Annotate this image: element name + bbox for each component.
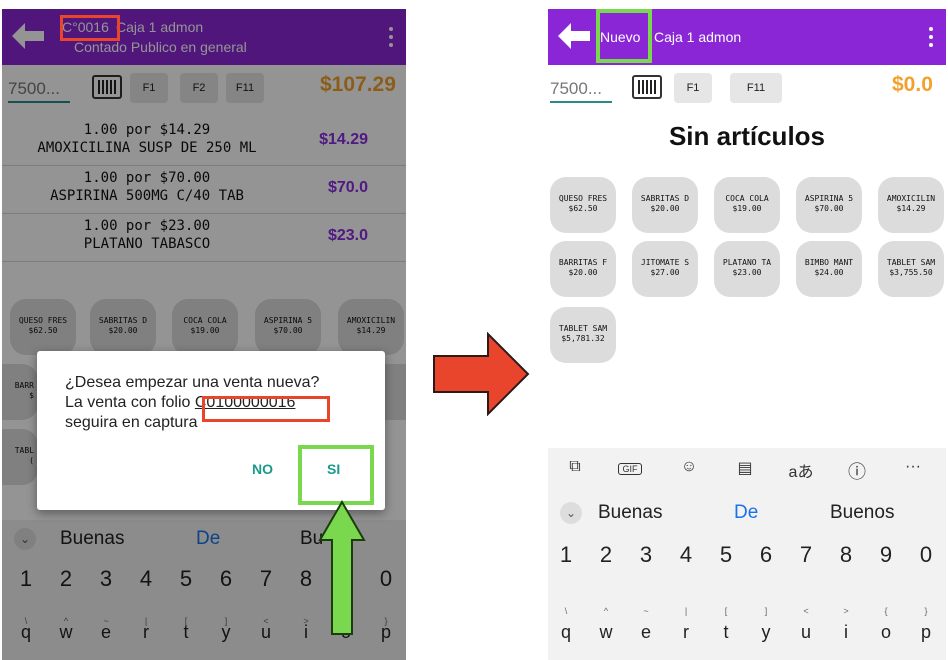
product-tile[interactable]: QUESO FRES $62.50	[550, 177, 616, 233]
number-row: 1 2 3 4 5 6 7 8 9 0	[548, 536, 946, 586]
info-icon[interactable]: ⓘ	[844, 458, 870, 484]
key-w[interactable]: w	[588, 622, 624, 643]
dialog-folio-prefix: La venta con folio	[65, 394, 195, 411]
no-button[interactable]: NO	[252, 461, 273, 477]
key-9[interactable]: 9	[868, 542, 904, 568]
sticker-icon[interactable]: ☺	[676, 458, 702, 476]
register-title: Caja 1 admon	[654, 29, 742, 45]
key-6[interactable]: 6	[748, 542, 784, 568]
key-8[interactable]: 8	[828, 542, 864, 568]
product-tile[interactable]: SABRITAS D $20.00	[632, 177, 698, 233]
keyboard-toolbar: ⧉ GIF ☺ ▤ aあ ⓘ ···	[548, 448, 946, 492]
gif-icon[interactable]: GIF	[618, 463, 642, 475]
empty-cart-message: Sin artículos	[668, 121, 826, 151]
back-arrow-icon[interactable]	[558, 23, 590, 49]
key-2[interactable]: 2	[588, 542, 624, 568]
key-7[interactable]: 7	[788, 542, 824, 568]
sale-total: $0.0	[892, 73, 933, 96]
key-e[interactable]: e	[628, 622, 664, 643]
f1-button[interactable]: F1	[674, 73, 712, 103]
key-3[interactable]: 3	[628, 542, 664, 568]
product-code-input[interactable]	[550, 77, 612, 103]
key-i[interactable]: i	[828, 622, 864, 643]
key-q[interactable]: q	[548, 622, 584, 643]
up-arrow-icon	[318, 500, 366, 635]
suggestion[interactable]: Buenas	[598, 502, 662, 524]
product-tile[interactable]: TABLET SAM $3,755.50	[878, 241, 944, 297]
chevron-down-icon[interactable]: ⌄	[560, 502, 582, 524]
product-tile[interactable]: JITOMATE S $27.00	[632, 241, 698, 297]
product-tile[interactable]: ASPIRINA 5 $70.00	[796, 177, 862, 233]
keyboard: ⧉ GIF ☺ ▤ aあ ⓘ ··· ⌄ Buenas De Buenos 1 …	[548, 448, 946, 660]
status-highlight	[596, 9, 652, 63]
product-tile[interactable]: TABLET SAM $5,781.32	[550, 307, 616, 363]
letter-row: \q ^w ~e |r [t ]y <u >i {o }p	[548, 596, 946, 656]
translate-icon[interactable]: aあ	[788, 458, 814, 482]
key-u[interactable]: u	[788, 622, 824, 643]
key-5[interactable]: 5	[708, 542, 744, 568]
suggestion-bar: ⌄ Buenas De Buenos	[548, 494, 946, 534]
key-r[interactable]: r	[668, 622, 704, 643]
f11-button[interactable]: F11	[730, 73, 782, 103]
clipboard-icon[interactable]: ▤	[732, 458, 758, 478]
key-o[interactable]: o	[868, 622, 904, 643]
product-tile[interactable]: BIMBO MANT $24.00	[796, 241, 862, 297]
right-arrow-icon	[433, 332, 530, 416]
key-0[interactable]: 0	[908, 542, 944, 568]
folio-highlight	[60, 15, 120, 41]
suggestion[interactable]: De	[734, 502, 758, 524]
dialog-question: ¿Desea empezar una venta nueva?	[65, 374, 320, 391]
dialog-folio-highlight	[202, 396, 330, 422]
si-button-highlight	[298, 445, 374, 505]
clipboard-sticker-icon[interactable]: ⧉	[562, 458, 588, 476]
barcode-scan-icon[interactable]	[632, 75, 662, 99]
key-4[interactable]: 4	[668, 542, 704, 568]
product-tile[interactable]: BARRITAS F $20.00	[550, 241, 616, 297]
key-p[interactable]: p	[908, 622, 944, 643]
overflow-menu-icon[interactable]	[928, 27, 934, 51]
suggestion[interactable]: Buenos	[830, 502, 894, 524]
key-1[interactable]: 1	[548, 542, 584, 568]
key-y[interactable]: y	[748, 622, 784, 643]
more-icon[interactable]: ···	[900, 458, 926, 476]
key-t[interactable]: t	[708, 622, 744, 643]
product-tile[interactable]: PLATANO TA $23.00	[714, 241, 780, 297]
product-tile[interactable]: COCA COLA $19.00	[714, 177, 780, 233]
right-screen-after: Nuevo Caja 1 admon F1 F11 $0.0 Sin artíc…	[548, 9, 946, 660]
product-tile[interactable]: AMOXICILIN $14.29	[878, 177, 944, 233]
sale-toolbar: F1 F11 $0.0	[548, 69, 946, 109]
